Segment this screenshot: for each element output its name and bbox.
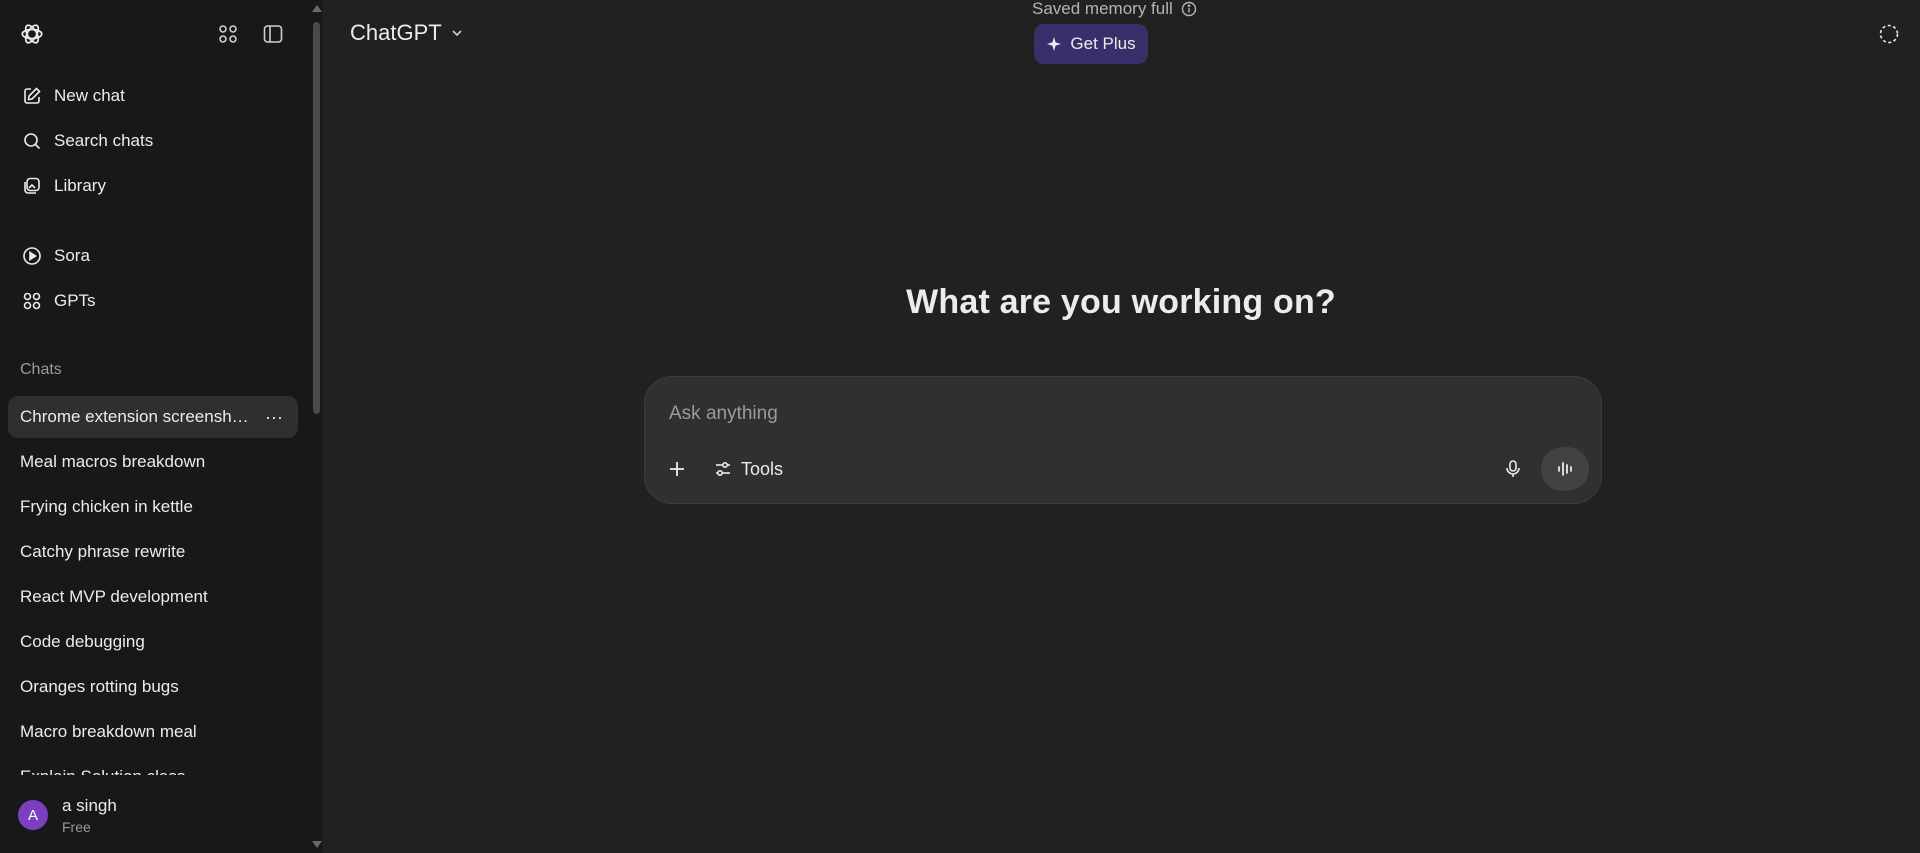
chatgpt-app: New chat Search chats Library Sora GPTs … bbox=[0, 0, 1920, 853]
plus-icon bbox=[670, 462, 684, 476]
user-plan: Free bbox=[62, 818, 91, 835]
main-area: ChatGPT Saved memory full Get Plus What … bbox=[322, 0, 1920, 853]
temporary-chat-icon bbox=[1879, 24, 1899, 44]
sliders-icon bbox=[716, 461, 730, 477]
model-name: ChatGPT bbox=[350, 20, 442, 45]
sidebar-icon bbox=[263, 25, 283, 43]
voice-waveform-icon bbox=[1558, 462, 1572, 476]
chat-options-button[interactable]: ··· bbox=[252, 396, 296, 438]
sidebar-scrollbar[interactable] bbox=[310, 0, 322, 853]
tools-label: Tools bbox=[741, 458, 784, 479]
temporary-chat-button[interactable] bbox=[1866, 12, 1912, 56]
new-chat-button[interactable]: New chat bbox=[8, 75, 298, 117]
sidebar-scroll-area: New chat Search chats Library Sora GPTs … bbox=[0, 0, 310, 775]
voice-mode-button[interactable] bbox=[1541, 447, 1589, 491]
nav-label: GPTs bbox=[54, 291, 96, 310]
chat-title: Macro breakdown meal bbox=[20, 722, 197, 741]
chat-title: Explain Solution class bbox=[20, 767, 185, 775]
chat-title: Code debugging bbox=[20, 632, 145, 651]
composer: Tools bbox=[644, 376, 1602, 504]
user-name: a singh bbox=[62, 795, 117, 815]
chat-title: Frying chicken in kettle bbox=[20, 497, 193, 516]
scroll-down-arrow-icon[interactable] bbox=[312, 841, 322, 848]
search-chats-button[interactable]: Search chats bbox=[8, 120, 298, 162]
chat-item[interactable]: Explain Solution class bbox=[8, 756, 298, 775]
sora-button[interactable]: Sora bbox=[8, 235, 298, 277]
chats-section-label: Chats bbox=[20, 361, 62, 378]
get-plus-label: Get Plus bbox=[1070, 34, 1136, 53]
model-selector-button[interactable]: ChatGPT bbox=[338, 10, 476, 56]
attach-button[interactable] bbox=[655, 447, 699, 491]
chat-item[interactable]: React MVP development bbox=[8, 576, 298, 618]
user-info: a singh Free bbox=[62, 796, 117, 835]
chat-title: Oranges rotting bugs bbox=[20, 677, 179, 696]
nav-label: New chat bbox=[54, 86, 125, 105]
nav-label: Search chats bbox=[54, 131, 154, 150]
sidebar: New chat Search chats Library Sora GPTs … bbox=[0, 0, 322, 853]
gpts-button[interactable]: GPTs bbox=[8, 280, 298, 322]
sparkle-icon bbox=[1047, 37, 1062, 51]
chat-item[interactable]: Meal macros breakdown bbox=[8, 441, 298, 483]
sidebar-header bbox=[0, 0, 310, 64]
nav-label: Library bbox=[54, 176, 106, 195]
page-title: What are you working on? bbox=[906, 283, 1336, 321]
edit-icon bbox=[24, 87, 41, 104]
tools-button[interactable]: Tools bbox=[701, 447, 795, 491]
avatar: A bbox=[18, 800, 48, 830]
chat-item[interactable]: Catchy phrase rewrite bbox=[8, 531, 298, 573]
chat-item[interactable]: Frying chicken in kettle bbox=[8, 486, 298, 528]
scroll-up-arrow-icon[interactable] bbox=[312, 5, 322, 12]
library-icon bbox=[24, 177, 40, 194]
chat-title: Catchy phrase rewrite bbox=[20, 542, 186, 561]
openai-logo-icon[interactable] bbox=[10, 14, 54, 54]
grid-icon bbox=[23, 292, 41, 310]
info-icon[interactable] bbox=[1181, 1, 1197, 17]
library-button[interactable]: Library bbox=[8, 165, 298, 207]
user-profile-button[interactable]: A a singh Free bbox=[8, 784, 298, 846]
dictate-button[interactable] bbox=[1491, 447, 1535, 491]
chat-title: Meal macros breakdown bbox=[20, 452, 206, 471]
memory-notice: Saved memory full bbox=[1032, 0, 1197, 18]
chat-title: React MVP development bbox=[20, 587, 208, 606]
chat-item[interactable]: Oranges rotting bugs bbox=[8, 666, 298, 708]
microphone-icon bbox=[1506, 460, 1520, 477]
prompt-input[interactable] bbox=[669, 399, 1569, 429]
memory-notice-text: Saved memory full bbox=[1032, 0, 1173, 18]
grid-icon bbox=[219, 25, 237, 43]
chevron-down-icon bbox=[452, 30, 462, 37]
sidebar-toggle-button[interactable] bbox=[251, 14, 295, 54]
chat-item[interactable]: Code debugging bbox=[8, 621, 298, 663]
play-circle-icon bbox=[23, 247, 41, 265]
search-icon bbox=[24, 133, 41, 150]
apps-grid-button[interactable] bbox=[206, 14, 250, 54]
nav-label: Sora bbox=[54, 246, 90, 265]
get-plus-button[interactable]: Get Plus bbox=[1034, 24, 1148, 64]
more-icon: ··· bbox=[265, 406, 283, 427]
chat-item[interactable]: Macro breakdown meal bbox=[8, 711, 298, 753]
chat-title: Chrome extension screenshots bbox=[20, 407, 250, 426]
scrollbar-thumb[interactable] bbox=[313, 22, 320, 414]
